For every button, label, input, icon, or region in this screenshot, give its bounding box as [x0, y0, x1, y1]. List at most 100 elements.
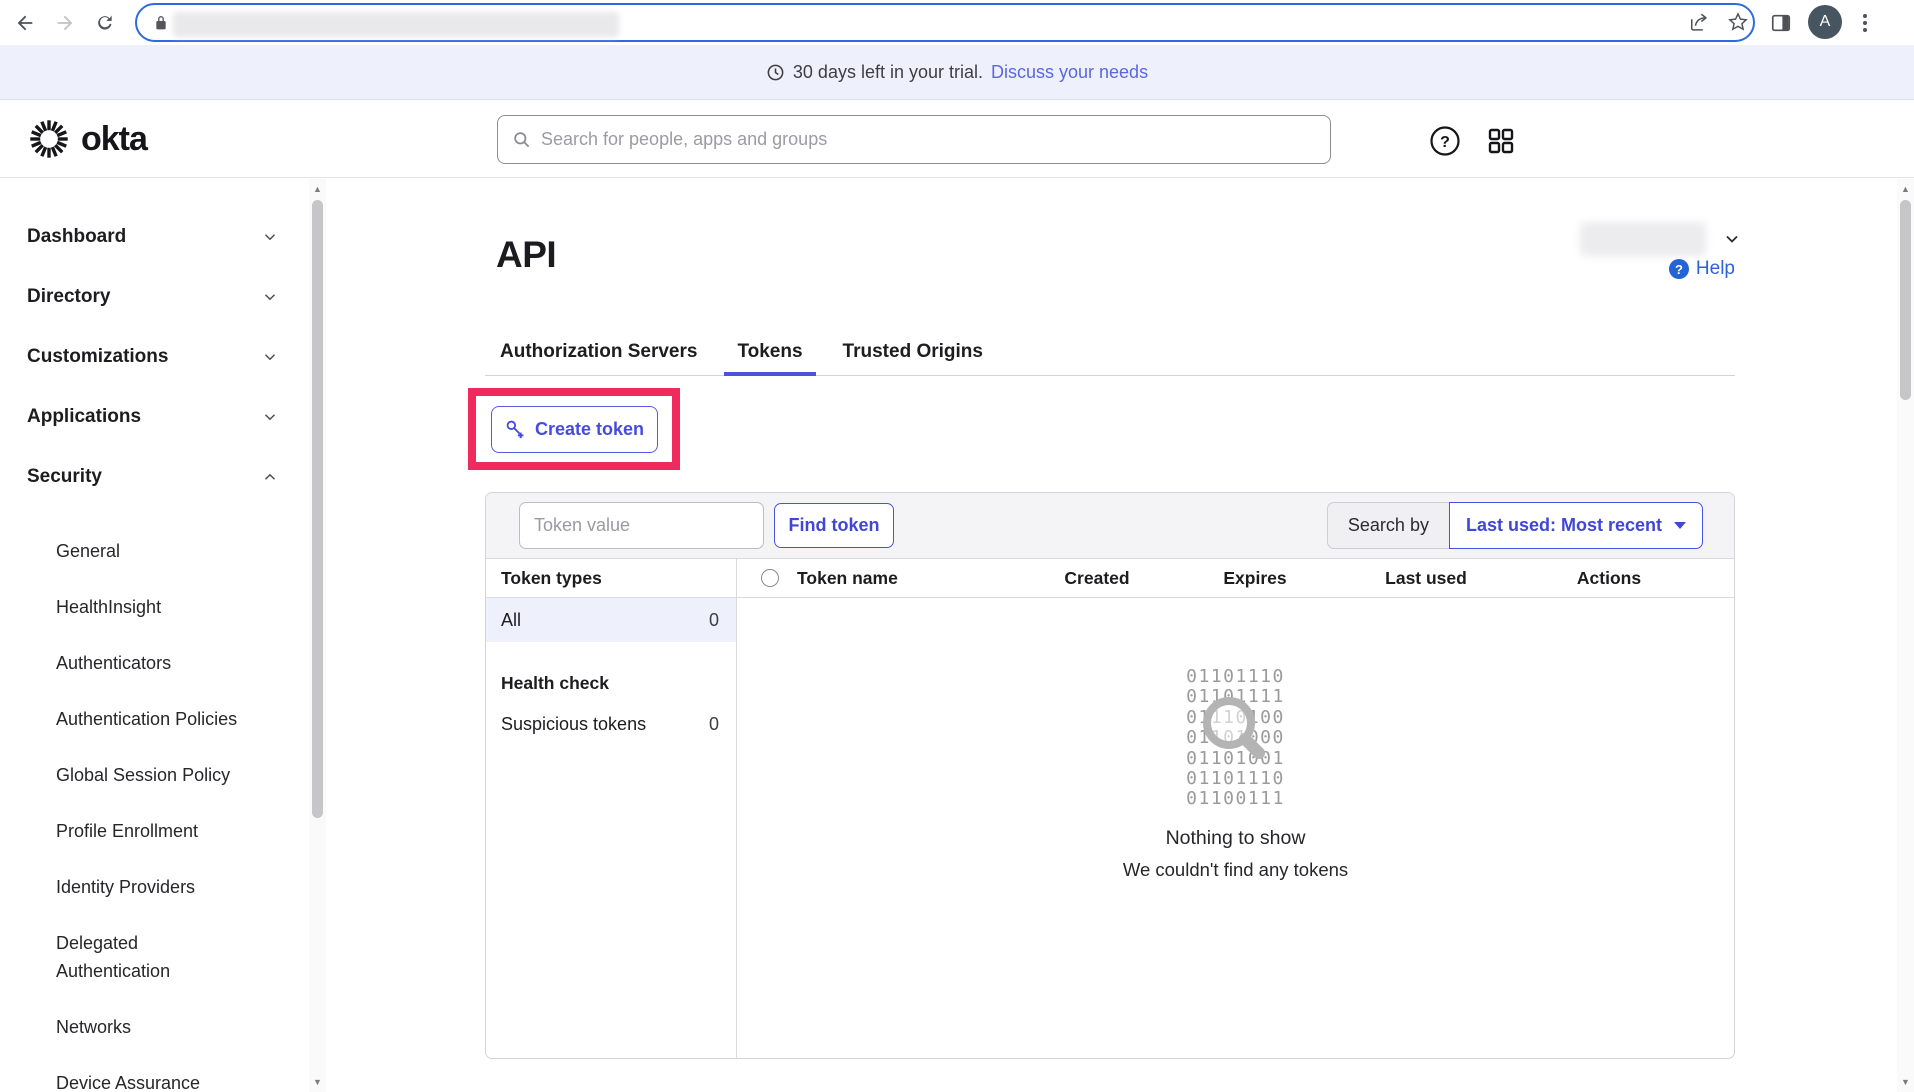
token-value-input[interactable] — [519, 502, 764, 549]
empty-state: 01101110 01101111 01110100 01101000 0110… — [737, 598, 1734, 1058]
page-title: API — [496, 234, 557, 275]
sidebar-item-device-assurance-policies[interactable]: Device Assurance Policies — [0, 1055, 230, 1092]
binary-line: 01101110 — [1186, 666, 1285, 687]
sidebar-item-customizations[interactable]: Customizations — [0, 327, 309, 387]
chevron-down-icon — [264, 414, 276, 421]
sidebar-item-applications[interactable]: Applications — [0, 387, 309, 447]
sidebar-item-directory[interactable]: Directory — [0, 267, 309, 327]
select-all-radio[interactable] — [761, 569, 779, 587]
sort-dropdown[interactable]: Last used: Most recent — [1448, 502, 1703, 549]
scroll-down-arrow-icon[interactable]: ▼ — [1897, 1073, 1914, 1090]
security-submenu: General HealthInsight Authenticators Aut… — [0, 507, 309, 1092]
browser-toolbar: A — [0, 0, 1914, 45]
sidebar-item-general[interactable]: General — [0, 523, 250, 579]
find-token-button[interactable]: Find token — [774, 503, 894, 548]
star-icon — [1728, 12, 1748, 31]
svg-text:?: ? — [1440, 134, 1450, 151]
window-scrollbar-thumb[interactable] — [1900, 200, 1911, 400]
scroll-down-arrow-icon[interactable]: ▼ — [309, 1073, 326, 1090]
tab-trusted-origins[interactable]: Trusted Origins — [830, 329, 996, 375]
question-mark-icon: ? — [1430, 126, 1460, 156]
bookmark-button[interactable] — [1723, 7, 1753, 37]
global-search-input[interactable] — [541, 129, 1316, 150]
column-created: Created — [1064, 567, 1130, 588]
chevron-down-icon — [264, 294, 276, 301]
sidebar-item-security[interactable]: Security — [0, 447, 309, 507]
scroll-up-arrow-icon[interactable]: ▲ — [1897, 180, 1914, 197]
help-link[interactable]: ? Help — [1668, 258, 1735, 280]
share-button[interactable] — [1685, 7, 1715, 37]
trial-banner: 30 days left in your trial. Discuss your… — [0, 45, 1914, 100]
sidebar-item-profile-enrollment[interactable]: Profile Enrollment — [0, 803, 250, 859]
table-header-row: Token types Token name Created Expires L… — [486, 559, 1734, 598]
empty-state-subtitle: We couldn't find any tokens — [1122, 858, 1349, 880]
search-by-label: Search by — [1326, 502, 1449, 549]
trial-message: 30 days left in your trial. — [792, 61, 983, 82]
chevron-up-icon — [264, 473, 276, 480]
tokens-toolbar: Find token Search by Last used: Most rec… — [486, 493, 1734, 559]
main-content: API ? Help Authorization Servers Tokens … — [468, 178, 1735, 1092]
filter-all[interactable]: All 0 — [486, 598, 736, 642]
browser-profile-avatar[interactable]: A — [1808, 5, 1842, 39]
okta-logo[interactable]: okta — [27, 117, 148, 161]
create-token-label: Create token — [534, 418, 645, 439]
sidebar-item-identity-providers[interactable]: Identity Providers — [0, 859, 250, 915]
sort-dropdown-value: Last used: Most recent — [1465, 515, 1662, 535]
browser-reload-button[interactable] — [90, 8, 120, 38]
okta-aura-icon — [30, 120, 68, 158]
sidebar-item-healthinsight[interactable]: HealthInsight — [0, 579, 250, 635]
sidebar-item-dashboard[interactable]: Dashboard — [0, 207, 309, 267]
sidebar-item-label: Applications — [27, 406, 142, 427]
chevron-down-icon — [264, 234, 276, 241]
tab-tokens[interactable]: Tokens — [724, 329, 816, 376]
key-plus-icon — [506, 420, 524, 439]
column-last-used: Last used — [1385, 567, 1467, 588]
token-types-header: Token types — [486, 559, 737, 597]
browser-forward-button[interactable] — [50, 8, 80, 38]
filter-suspicious-tokens[interactable]: Suspicious tokens 0 — [486, 702, 736, 746]
api-tabs: Authorization Servers Tokens Trusted Ori… — [485, 329, 1735, 376]
global-search-box[interactable] — [497, 115, 1331, 164]
chevron-down-icon — [264, 354, 276, 361]
window-scrollbar[interactable]: ▲ ▼ — [1897, 178, 1914, 1092]
create-token-button[interactable]: Create token — [490, 405, 658, 453]
side-panel-button[interactable] — [1766, 8, 1796, 38]
url-bar[interactable] — [135, 3, 1755, 42]
header-help-button[interactable]: ? — [1428, 124, 1462, 158]
binary-art: 01101110 01101111 01110100 01101000 0110… — [1186, 666, 1285, 810]
browser-back-button[interactable] — [10, 8, 40, 38]
side-panel-icon — [1771, 14, 1791, 32]
search-icon — [514, 132, 530, 148]
sidebar-item-networks[interactable]: Networks — [0, 999, 250, 1055]
scroll-up-arrow-icon[interactable]: ▲ — [309, 180, 326, 197]
reload-icon — [98, 15, 112, 30]
sidebar-item-global-session-policy[interactable]: Global Session Policy — [0, 747, 250, 803]
caret-down-icon — [1674, 522, 1686, 529]
search-by-group: Search by Last used: Most recent — [1326, 502, 1703, 549]
sidebar-item-delegated-authentication[interactable]: Delegated Authentication — [0, 915, 210, 999]
sidebar-item-authentication-policies[interactable]: Authentication Policies — [0, 691, 250, 747]
tab-authorization-servers[interactable]: Authorization Servers — [487, 329, 710, 375]
sidebar-item-authenticators[interactable]: Authenticators — [0, 635, 250, 691]
suspicious-tokens-label: Suspicious tokens — [501, 713, 647, 734]
help-label: Help — [1695, 258, 1735, 279]
table-body: All 0 Health check Suspicious tokens 0 0… — [486, 598, 1734, 1058]
filter-all-label: All — [501, 609, 522, 630]
help-badge-icon: ? — [1668, 259, 1689, 279]
sidebar-scrollbar-thumb[interactable] — [312, 200, 323, 818]
app-header: okta ? — [0, 100, 1914, 256]
three-dots-icon — [1863, 14, 1867, 32]
app-switcher-button[interactable] — [1484, 124, 1518, 158]
magnifier-icon — [1203, 697, 1266, 759]
discuss-needs-link[interactable]: Discuss your needs — [991, 62, 1148, 83]
clock-icon — [767, 64, 784, 80]
binary-line: 01101110 — [1186, 768, 1285, 790]
sidebar-item-label: Directory — [27, 286, 111, 307]
sidebar-scrollbar[interactable]: ▲ ▼ — [309, 178, 326, 1092]
admin-sidebar: Dashboard Directory Customizations Appli… — [0, 178, 309, 1092]
annotation-highlight-box: Create token — [468, 388, 680, 470]
apps-grid-icon — [1488, 128, 1514, 154]
browser-menu-button[interactable] — [1850, 8, 1880, 38]
forward-arrow-icon — [57, 15, 73, 31]
sidebar-item-label: Security — [27, 466, 102, 487]
